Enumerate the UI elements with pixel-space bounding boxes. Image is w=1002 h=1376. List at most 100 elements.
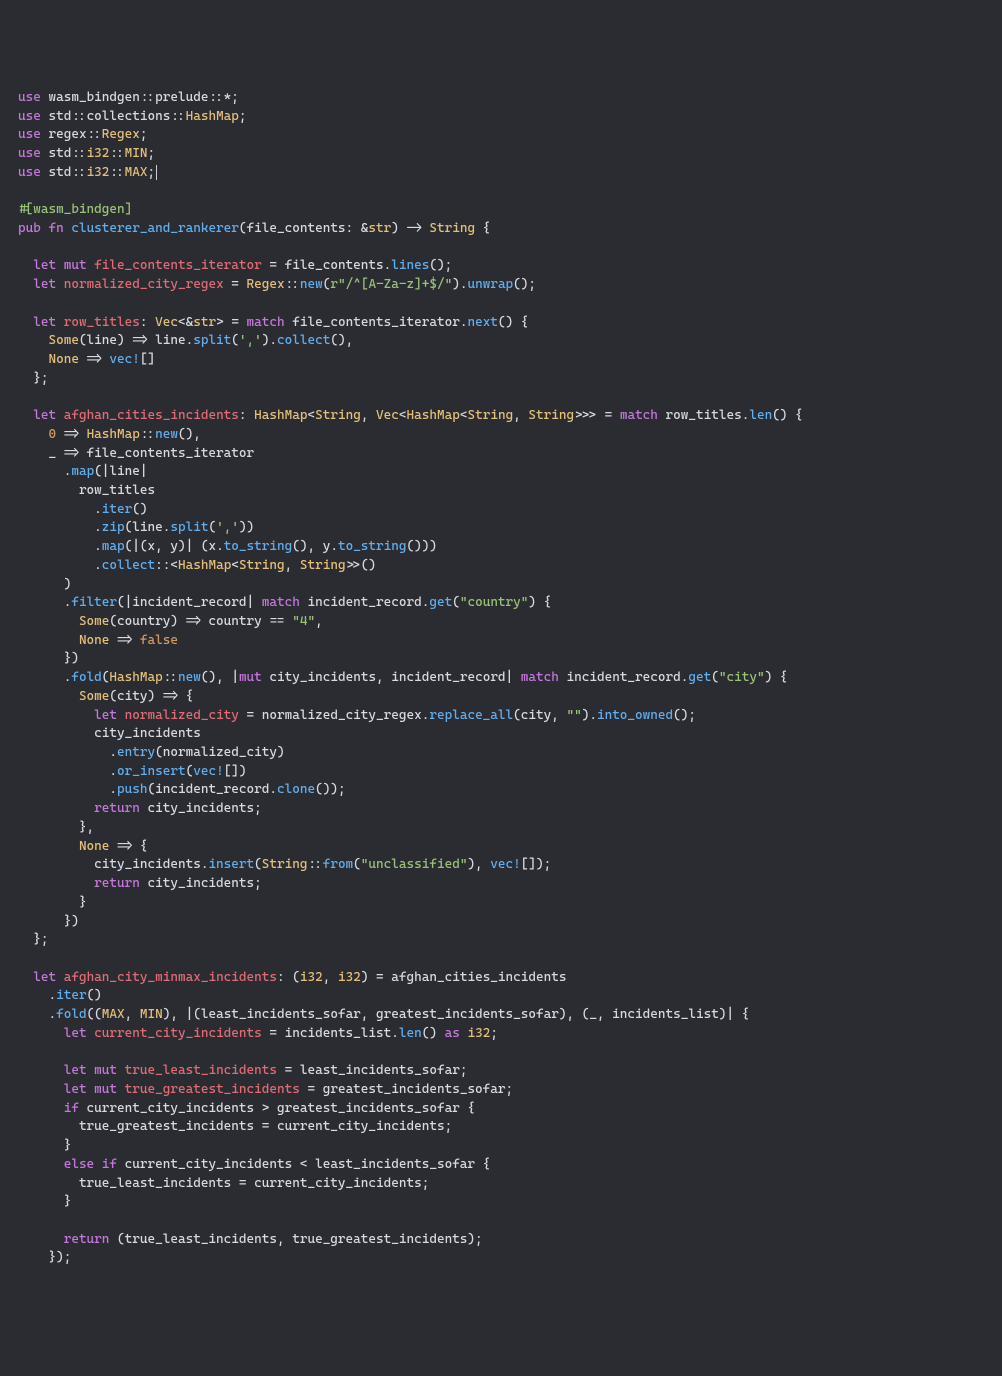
token-fn: lines — [391, 258, 429, 273]
code-line — [18, 295, 1002, 314]
token-id: } — [18, 1194, 71, 1209]
token-str: "city" — [719, 670, 765, 685]
token-ty: MAX — [102, 1007, 125, 1022]
code-line: use std::i32::MIN; — [18, 145, 1002, 164]
code-line: true_least_incidents = current_city_inci… — [18, 1175, 1002, 1194]
token-id — [18, 801, 94, 816]
token-id: => — [56, 427, 86, 442]
token-id: _ => file_contents_iterator — [18, 446, 254, 461]
token-id: . — [18, 539, 102, 554]
code-line: None => { — [18, 838, 1002, 857]
token-ty: str — [368, 221, 391, 236]
token-id: , — [361, 408, 376, 423]
token-id — [18, 1157, 64, 1172]
token-ty: HashMap — [186, 109, 239, 124]
token-id: < — [307, 408, 315, 423]
code-line — [18, 388, 1002, 407]
code-line: }) — [18, 650, 1002, 669]
token-kw: match — [620, 408, 658, 423]
token-id — [18, 352, 48, 367]
token-id: } — [18, 1138, 71, 1153]
token-str: ',' — [216, 520, 239, 535]
token-ty: str — [193, 315, 216, 330]
token-id: true_greatest_incidents = current_city_i… — [18, 1119, 452, 1134]
token-id: (); — [673, 708, 696, 723]
token-ty: Vec — [376, 408, 399, 423]
token-id: (line. — [125, 520, 171, 535]
token-id: . — [18, 764, 117, 779]
token-str: ',' — [239, 333, 262, 348]
token-kw: as — [445, 1026, 460, 1041]
code-line: .collect::<HashMap<String, String>>() — [18, 557, 1002, 576]
token-id — [18, 614, 79, 629]
code-line: let normalized_city_regex = Regex::new(r… — [18, 276, 1002, 295]
token-kw: match — [521, 670, 559, 685]
token-ty: i32 — [467, 1026, 490, 1041]
token-id — [56, 408, 64, 423]
code-line: let current_city_incidents = incidents_l… — [18, 1025, 1002, 1044]
token-ty: String — [528, 408, 574, 423]
token-kw: use — [18, 146, 41, 161]
token-fn: collect — [102, 558, 155, 573]
code-line: .filter(|incident_record| match incident… — [18, 594, 1002, 613]
token-id: []); — [521, 857, 551, 872]
token-id: => — [109, 633, 139, 648]
token-id: () — [87, 988, 102, 1003]
token-ty: MIN — [125, 146, 148, 161]
code-line: .map(|(x, y)| (x.to_string(), y.to_strin… — [18, 538, 1002, 557]
code-line: None => false — [18, 632, 1002, 651]
token-kw: match — [262, 595, 300, 610]
token-id: < — [399, 408, 407, 423]
token-id: ). — [262, 333, 277, 348]
code-line: city_incidents.insert(String::from("uncl… — [18, 856, 1002, 875]
code-line: .entry(normalized_city) — [18, 744, 1002, 763]
token-str: "unclassified" — [361, 857, 468, 872]
code-line: let mut file_contents_iterator = file_co… — [18, 257, 1002, 276]
token-id: }, — [18, 820, 94, 835]
code-editor[interactable]: use wasm_bindgen::prelude::*;use std::co… — [18, 89, 1002, 1268]
token-id: . — [18, 558, 102, 573]
token-num: 0 — [48, 427, 56, 442]
token-ty: None — [79, 839, 109, 854]
token-id: ())) — [407, 539, 437, 554]
token-ty: HashMap — [254, 408, 307, 423]
token-id — [18, 333, 48, 348]
token-kw: let — [33, 315, 56, 330]
token-ty: None — [48, 352, 78, 367]
token-fn: vec! — [109, 352, 139, 367]
code-line: ) — [18, 576, 1002, 595]
text-cursor — [156, 165, 157, 180]
token-id: [] — [140, 352, 155, 367]
code-line: }; — [18, 370, 1002, 389]
token-id: ) { — [765, 670, 788, 685]
code-line: .iter() — [18, 501, 1002, 520]
token-fn: or_insert — [117, 764, 186, 779]
token-id: (city) => { — [109, 689, 193, 704]
token-id — [117, 1063, 125, 1078]
token-id — [18, 277, 33, 292]
token-kw: return — [64, 1232, 110, 1247]
token-kw: mut — [239, 670, 262, 685]
token-id: file_contents_iterator. — [285, 315, 468, 330]
token-id: , — [125, 1007, 140, 1022]
token-id: ; — [148, 146, 156, 161]
token-id: ; — [140, 127, 148, 142]
token-id: (country) => country == — [109, 614, 292, 629]
token-id: => { — [109, 839, 147, 854]
token-id: row_titles. — [658, 408, 749, 423]
token-kw: if — [64, 1101, 79, 1116]
code-line — [18, 950, 1002, 969]
token-id: }; — [18, 371, 48, 386]
token-ty: String — [300, 558, 346, 573]
token-id: :: — [163, 670, 178, 685]
token-id: . — [18, 520, 102, 535]
code-line: use std::collections::HashMap; — [18, 108, 1002, 127]
token-kw: let mut — [33, 258, 86, 273]
token-id: () — [422, 1026, 445, 1041]
token-id: ; — [239, 109, 247, 124]
token-fn: push — [117, 782, 147, 797]
code-line: Some(city) => { — [18, 688, 1002, 707]
token-fn: map — [102, 539, 125, 554]
token-kw: let — [33, 277, 56, 292]
token-id: = normalized_city_regex. — [239, 708, 429, 723]
